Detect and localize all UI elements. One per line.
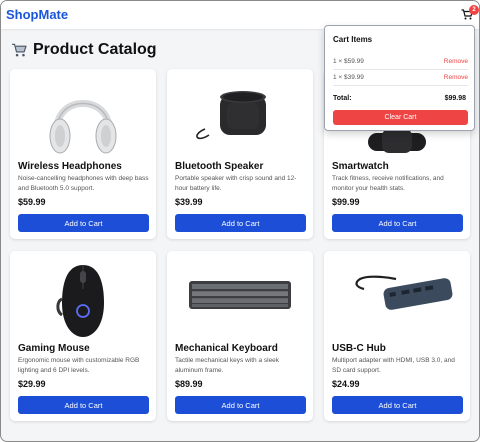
cart-total-label: Total:	[333, 95, 352, 102]
product-description: Multiport adapter with HDMI, USB 3.0, an…	[332, 357, 455, 374]
product-description: Portable speaker with crisp sound and 12…	[175, 175, 297, 192]
page-title-text: Product Catalog	[33, 41, 157, 58]
product-name: Smartwatch	[332, 161, 389, 172]
product-name: Bluetooth Speaker	[175, 161, 264, 172]
cart-item: 1 × $59.99 Remove	[333, 56, 468, 70]
product-description: Ergonomic mouse with customizable RGB li…	[18, 357, 140, 374]
cart-count-badge: 2	[469, 5, 479, 15]
app-window: ShopMate 2 Product Catalog Wireless Head…	[0, 0, 480, 442]
remove-item-link[interactable]: Remove	[444, 74, 468, 81]
product-price: $29.99	[18, 379, 46, 389]
cart-total-value: $99.98	[444, 95, 466, 102]
product-name: USB-C Hub	[332, 343, 386, 354]
product-card: USB-C Hub Multiport adapter with HDMI, U…	[324, 251, 470, 421]
add-to-cart-button[interactable]: Add to Cart	[18, 396, 149, 414]
cart-dropdown: Cart Items 1 × $59.99 Remove 1 × $39.99 …	[324, 25, 475, 131]
keyboard-image	[189, 281, 291, 309]
product-name: Gaming Mouse	[18, 343, 90, 354]
product-description: Noise-cancelling headphones with deep ba…	[18, 175, 149, 192]
product-name: Wireless Headphones	[18, 161, 122, 172]
product-name: Mechanical Keyboard	[175, 343, 278, 354]
cart-title: Cart Items	[333, 35, 373, 44]
usb-hub-image	[355, 275, 453, 310]
add-to-cart-button[interactable]: Add to Cart	[332, 396, 463, 414]
add-to-cart-button[interactable]: Add to Cart	[175, 396, 306, 414]
headphones-image	[49, 100, 117, 154]
cart-item-text: 1 × $59.99	[333, 58, 364, 65]
brand-logo[interactable]: ShopMate	[6, 7, 68, 22]
product-price: $59.99	[18, 197, 46, 207]
page-title: Product Catalog	[11, 41, 157, 59]
product-card: Gaming Mouse Ergonomic mouse with custom…	[10, 251, 156, 421]
product-card: Wireless Headphones Noise-cancelling hea…	[10, 69, 156, 239]
shopping-cart-icon	[12, 43, 27, 57]
add-to-cart-button[interactable]: Add to Cart	[18, 214, 149, 232]
product-price: $39.99	[175, 197, 203, 207]
product-price: $89.99	[175, 379, 203, 389]
product-description: Track fitness, receive notifications, an…	[332, 175, 444, 192]
product-price: $99.99	[332, 197, 360, 207]
product-card: Mechanical Keyboard Tactile mechanical k…	[167, 251, 313, 421]
product-price: $24.99	[332, 379, 360, 389]
cart-item-text: 1 × $39.99	[333, 74, 364, 81]
add-to-cart-button[interactable]: Add to Cart	[175, 214, 306, 232]
cart-item: 1 × $39.99 Remove	[333, 72, 468, 86]
add-to-cart-button[interactable]: Add to Cart	[332, 214, 463, 232]
mouse-image	[56, 265, 104, 337]
cart-button[interactable]: 2	[460, 5, 479, 25]
speaker-image	[196, 91, 266, 140]
product-description: Tactile mechanical keys with a sleek alu…	[175, 357, 280, 374]
clear-cart-button[interactable]: Clear Cart	[333, 110, 468, 125]
remove-item-link[interactable]: Remove	[444, 58, 468, 65]
product-card: Bluetooth Speaker Portable speaker with …	[167, 69, 313, 239]
